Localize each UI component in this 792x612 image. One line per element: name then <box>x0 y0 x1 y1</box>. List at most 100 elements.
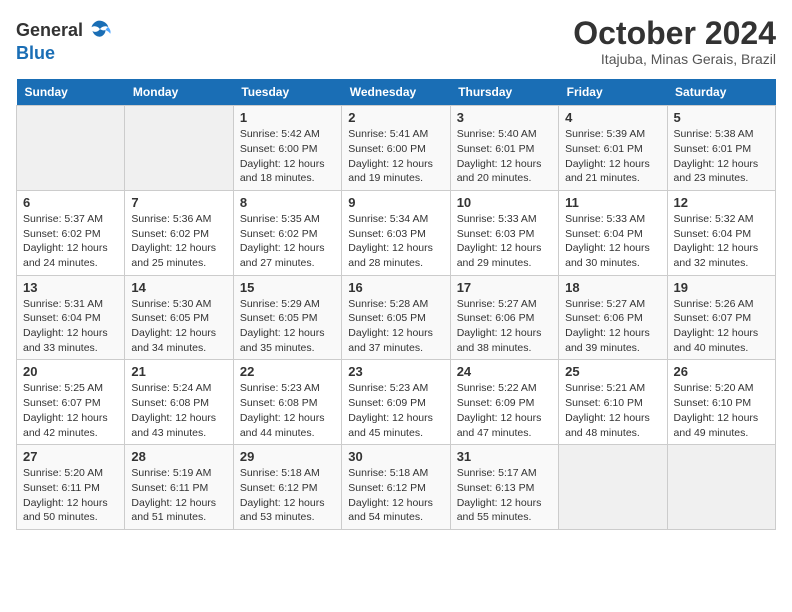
day-number: 17 <box>457 280 552 295</box>
day-info: Sunrise: 5:39 AM Sunset: 6:01 PM Dayligh… <box>565 127 660 186</box>
logo-bird-icon <box>85 16 113 44</box>
day-info: Sunrise: 5:32 AM Sunset: 6:04 PM Dayligh… <box>674 212 769 271</box>
calendar-cell <box>125 106 233 191</box>
calendar-cell: 18 Sunrise: 5:27 AM Sunset: 6:06 PM Dayli… <box>559 275 667 360</box>
day-info: Sunrise: 5:30 AM Sunset: 6:05 PM Dayligh… <box>131 297 226 356</box>
day-info: Sunrise: 5:25 AM Sunset: 6:07 PM Dayligh… <box>23 381 118 440</box>
day-number: 25 <box>565 364 660 379</box>
day-info: Sunrise: 5:21 AM Sunset: 6:10 PM Dayligh… <box>565 381 660 440</box>
day-info: Sunrise: 5:22 AM Sunset: 6:09 PM Dayligh… <box>457 381 552 440</box>
calendar-cell: 7Sunrise: 5:36 AM Sunset: 6:02 PM Daylig… <box>125 190 233 275</box>
calendar-cell: 30 Sunrise: 5:18 AM Sunset: 6:12 PM Dayli… <box>342 445 450 530</box>
calendar-cell: 21Sunrise: 5:24 AM Sunset: 6:08 PM Dayli… <box>125 360 233 445</box>
day-info: Sunrise: 5:17 AM Sunset: 6:13 PM Dayligh… <box>457 466 552 525</box>
calendar-cell: 12 Sunrise: 5:32 AM Sunset: 6:04 PM Dayli… <box>667 190 775 275</box>
day-info: Sunrise: 5:42 AM Sunset: 6:00 PM Dayligh… <box>240 127 335 186</box>
day-number: 30 <box>348 449 443 464</box>
day-info: Sunrise: 5:20 AM Sunset: 6:11 PM Dayligh… <box>23 466 118 525</box>
day-number: 24 <box>457 364 552 379</box>
calendar-cell: 15 Sunrise: 5:29 AM Sunset: 6:05 PM Dayli… <box>233 275 341 360</box>
day-info: Sunrise: 5:20 AM Sunset: 6:10 PM Dayligh… <box>674 381 769 440</box>
calendar-cell: 31 Sunrise: 5:17 AM Sunset: 6:13 PM Dayli… <box>450 445 558 530</box>
day-number: 8 <box>240 195 335 210</box>
calendar-cell: 20 Sunrise: 5:25 AM Sunset: 6:07 PM Dayli… <box>17 360 125 445</box>
calendar-cell: 8 Sunrise: 5:35 AM Sunset: 6:02 PM Daylig… <box>233 190 341 275</box>
day-info: Sunrise: 5:33 AM Sunset: 6:04 PM Dayligh… <box>565 212 660 271</box>
calendar-cell: 1 Sunrise: 5:42 AM Sunset: 6:00 PM Daylig… <box>233 106 341 191</box>
calendar-cell: 27 Sunrise: 5:20 AM Sunset: 6:11 PM Dayli… <box>17 445 125 530</box>
calendar-header-row: SundayMondayTuesdayWednesdayThursdayFrid… <box>17 79 776 106</box>
calendar-table: SundayMondayTuesdayWednesdayThursdayFrid… <box>16 79 776 530</box>
day-number: 15 <box>240 280 335 295</box>
day-number: 11 <box>565 195 660 210</box>
day-number: 28 <box>131 449 226 464</box>
day-number: 12 <box>674 195 769 210</box>
calendar-cell: 28 Sunrise: 5:19 AM Sunset: 6:11 PM Dayli… <box>125 445 233 530</box>
day-info: Sunrise: 5:23 AM Sunset: 6:08 PM Dayligh… <box>240 381 335 440</box>
calendar-cell: 24 Sunrise: 5:22 AM Sunset: 6:09 PM Dayli… <box>450 360 558 445</box>
day-info: Sunrise: 5:23 AM Sunset: 6:09 PM Dayligh… <box>348 381 443 440</box>
day-info: Sunrise: 5:18 AM Sunset: 6:12 PM Dayligh… <box>240 466 335 525</box>
day-info: Sunrise: 5:35 AM Sunset: 6:02 PM Dayligh… <box>240 212 335 271</box>
calendar-cell <box>17 106 125 191</box>
day-number: 5 <box>674 110 769 125</box>
day-number: 14 <box>131 280 226 295</box>
calendar-cell: 3Sunrise: 5:40 AM Sunset: 6:01 PM Daylig… <box>450 106 558 191</box>
day-number: 1 <box>240 110 335 125</box>
day-info: Sunrise: 5:28 AM Sunset: 6:05 PM Dayligh… <box>348 297 443 356</box>
day-info: Sunrise: 5:31 AM Sunset: 6:04 PM Dayligh… <box>23 297 118 356</box>
day-number: 4 <box>565 110 660 125</box>
day-number: 18 <box>565 280 660 295</box>
calendar-cell: 6Sunrise: 5:37 AM Sunset: 6:02 PM Daylig… <box>17 190 125 275</box>
day-number: 23 <box>348 364 443 379</box>
day-info: Sunrise: 5:38 AM Sunset: 6:01 PM Dayligh… <box>674 127 769 186</box>
header-saturday: Saturday <box>667 79 775 106</box>
calendar-cell: 19 Sunrise: 5:26 AM Sunset: 6:07 PM Dayli… <box>667 275 775 360</box>
calendar-cell: 11 Sunrise: 5:33 AM Sunset: 6:04 PM Dayli… <box>559 190 667 275</box>
calendar-week-3: 13Sunrise: 5:31 AM Sunset: 6:04 PM Dayli… <box>17 275 776 360</box>
day-number: 29 <box>240 449 335 464</box>
header-monday: Monday <box>125 79 233 106</box>
day-number: 10 <box>457 195 552 210</box>
calendar-cell: 16 Sunrise: 5:28 AM Sunset: 6:05 PM Dayli… <box>342 275 450 360</box>
day-info: Sunrise: 5:26 AM Sunset: 6:07 PM Dayligh… <box>674 297 769 356</box>
day-info: Sunrise: 5:36 AM Sunset: 6:02 PM Dayligh… <box>131 212 226 271</box>
day-number: 9 <box>348 195 443 210</box>
day-number: 22 <box>240 364 335 379</box>
header-tuesday: Tuesday <box>233 79 341 106</box>
calendar-cell: 14 Sunrise: 5:30 AM Sunset: 6:05 PM Dayli… <box>125 275 233 360</box>
calendar-cell: 2Sunrise: 5:41 AM Sunset: 6:00 PM Daylig… <box>342 106 450 191</box>
day-number: 26 <box>674 364 769 379</box>
calendar-cell: 25 Sunrise: 5:21 AM Sunset: 6:10 PM Dayli… <box>559 360 667 445</box>
header-friday: Friday <box>559 79 667 106</box>
calendar-cell: 23 Sunrise: 5:23 AM Sunset: 6:09 PM Dayli… <box>342 360 450 445</box>
calendar-cell: 26 Sunrise: 5:20 AM Sunset: 6:10 PM Dayli… <box>667 360 775 445</box>
day-info: Sunrise: 5:37 AM Sunset: 6:02 PM Dayligh… <box>23 212 118 271</box>
day-info: Sunrise: 5:18 AM Sunset: 6:12 PM Dayligh… <box>348 466 443 525</box>
day-number: 3 <box>457 110 552 125</box>
calendar-cell: 4 Sunrise: 5:39 AM Sunset: 6:01 PM Daylig… <box>559 106 667 191</box>
day-info: Sunrise: 5:33 AM Sunset: 6:03 PM Dayligh… <box>457 212 552 271</box>
day-number: 19 <box>674 280 769 295</box>
calendar-week-1: 1 Sunrise: 5:42 AM Sunset: 6:00 PM Daylig… <box>17 106 776 191</box>
day-info: Sunrise: 5:24 AM Sunset: 6:08 PM Dayligh… <box>131 381 226 440</box>
page-subtitle: Itajuba, Minas Gerais, Brazil <box>573 51 776 67</box>
day-info: Sunrise: 5:27 AM Sunset: 6:06 PM Dayligh… <box>565 297 660 356</box>
calendar-cell: 22 Sunrise: 5:23 AM Sunset: 6:08 PM Dayli… <box>233 360 341 445</box>
logo-blue: Blue <box>16 43 55 63</box>
day-number: 27 <box>23 449 118 464</box>
day-info: Sunrise: 5:34 AM Sunset: 6:03 PM Dayligh… <box>348 212 443 271</box>
day-info: Sunrise: 5:29 AM Sunset: 6:05 PM Dayligh… <box>240 297 335 356</box>
calendar-cell: 29 Sunrise: 5:18 AM Sunset: 6:12 PM Dayli… <box>233 445 341 530</box>
calendar-cell: 10 Sunrise: 5:33 AM Sunset: 6:03 PM Dayli… <box>450 190 558 275</box>
day-number: 16 <box>348 280 443 295</box>
day-info: Sunrise: 5:19 AM Sunset: 6:11 PM Dayligh… <box>131 466 226 525</box>
day-number: 31 <box>457 449 552 464</box>
day-number: 20 <box>23 364 118 379</box>
calendar-cell <box>667 445 775 530</box>
header-sunday: Sunday <box>17 79 125 106</box>
day-info: Sunrise: 5:27 AM Sunset: 6:06 PM Dayligh… <box>457 297 552 356</box>
page-title: October 2024 <box>573 16 776 51</box>
logo: General Blue <box>16 16 113 64</box>
title-block: October 2024 Itajuba, Minas Gerais, Braz… <box>573 16 776 67</box>
